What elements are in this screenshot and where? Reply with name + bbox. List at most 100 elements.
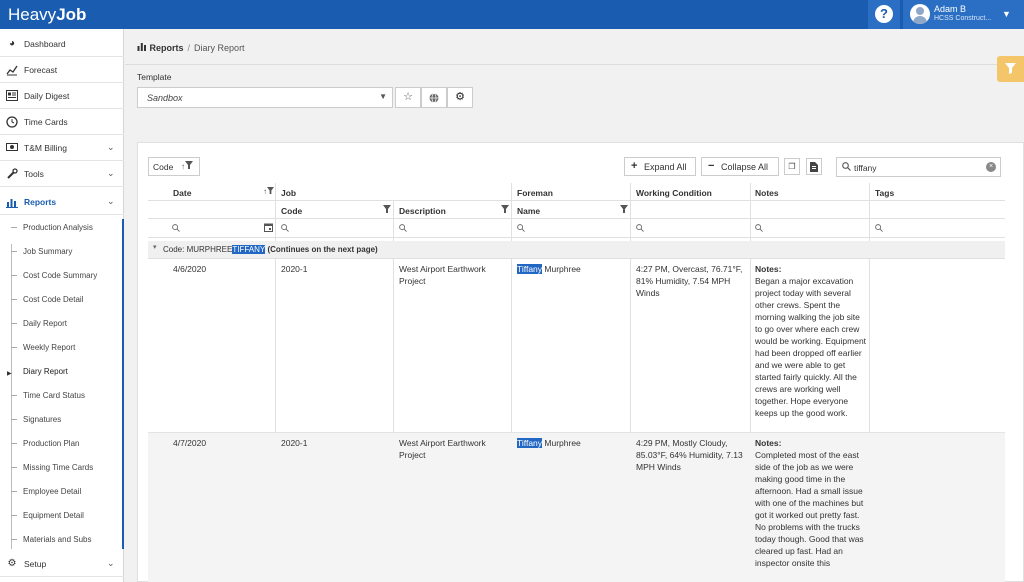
sidebar-item-label: Dashboard [24, 39, 66, 49]
bar-chart-icon [6, 196, 18, 208]
sidebar-report-daily-report[interactable]: Daily Report [0, 312, 124, 336]
line-chart-icon [6, 64, 18, 76]
search-icon[interactable] [636, 224, 644, 234]
search-icon[interactable] [281, 224, 289, 234]
submenu-label: Daily Report [23, 319, 68, 328]
column-header-tags[interactable]: Tags [875, 188, 894, 198]
chevron-down-icon: ⌄ [107, 168, 115, 178]
table-row[interactable]: 4/6/2020 2020-1 West Airport Earthwork P… [148, 259, 1005, 433]
column-header-name[interactable]: Name [517, 206, 540, 216]
sidebar-item-tools[interactable]: Tools ⌄ [0, 161, 124, 187]
submenu-label: Diary Report [23, 367, 68, 376]
column-header-working-condition[interactable]: Working Condition [636, 188, 712, 198]
sidebar-report-weekly-report[interactable]: Weekly Report [0, 336, 124, 360]
cell-date: 4/7/2020 [173, 438, 207, 448]
search-icon[interactable] [517, 224, 525, 234]
search-value: tiffany [854, 163, 877, 173]
collapse-all-button[interactable]: − Collapse All [701, 157, 779, 176]
column-header-code[interactable]: Code [281, 206, 302, 216]
breadcrumb-separator: / [187, 43, 191, 53]
divider [125, 64, 1024, 65]
cell-working-condition: 4:27 PM, Overcast, 76.71°F, 81% Humidity… [636, 264, 743, 298]
sidebar-item-tm-billing[interactable]: T&M Billing ⌄ [0, 135, 124, 161]
submenu-label: Production Plan [23, 439, 80, 448]
sidebar-report-signatures[interactable]: Signatures [0, 408, 124, 432]
button-label: Expand All [644, 162, 687, 172]
sidebar-report-production-plan[interactable]: Production Plan [0, 432, 124, 456]
search-icon[interactable] [399, 224, 407, 234]
minus-icon: − [708, 160, 715, 172]
cell-working-condition: 4:29 PM, Mostly Cloudy, 85.03°F, 64% Hum… [636, 438, 743, 472]
sidebar-report-equipment-detail[interactable]: Equipment Detail [0, 504, 124, 528]
header-row-2 [148, 201, 1005, 219]
cell-description: West Airport Earthwork Project [399, 438, 486, 460]
sidebar-item-label: Forecast [24, 65, 58, 75]
gear-icon: ⚙ [7, 558, 17, 569]
search-icon[interactable] [172, 224, 180, 234]
clear-search-icon[interactable]: × [986, 162, 996, 172]
filter-icon[interactable] [383, 205, 391, 215]
app-logo[interactable]: HeavyJob [8, 5, 86, 25]
sidebar-item-reports[interactable]: Reports ⌄ [0, 189, 124, 215]
globe-icon [429, 93, 439, 106]
submenu-label: Production Analysis [23, 223, 93, 232]
collapse-icon[interactable]: ▾ [153, 243, 157, 251]
group-by-code-button[interactable]: Code ↑ [148, 157, 200, 176]
sidebar-item-label: Daily Digest [24, 91, 70, 101]
sidebar-item-time-cards[interactable]: Time Cards [0, 109, 124, 135]
sidebar-item-forecast[interactable]: Forecast [0, 57, 124, 83]
sidebar-report-cost-code-detail[interactable]: Cost Code Detail [0, 288, 124, 312]
search-input[interactable]: tiffany × [836, 157, 1001, 177]
group-row[interactable]: ▾ Code: MURPHREETIFFANY (Continues on th… [148, 241, 1005, 259]
sidebar-report-time-card-status[interactable]: Time Card Status [0, 384, 124, 408]
table-row[interactable]: 4/7/2020 2020-1 West Airport Earthwork P… [148, 433, 1005, 582]
search-icon[interactable] [755, 224, 763, 234]
filter-icon[interactable] [620, 205, 628, 215]
template-select[interactable]: Sandbox ▼ [137, 87, 393, 108]
sidebar-report-employee-detail[interactable]: Employee Detail [0, 480, 124, 504]
gear-icon: ⚙ [455, 91, 465, 103]
sidebar-item-daily-digest[interactable]: Daily Digest [0, 83, 124, 109]
sidebar-item-dashboard[interactable]: ◕ Dashboard [0, 31, 124, 57]
calendar-icon[interactable] [264, 223, 273, 234]
sidebar-report-diary-report[interactable]: ▶ Diary Report [0, 360, 124, 384]
favorite-template-button[interactable]: ☆ [395, 87, 421, 108]
search-icon[interactable] [875, 224, 883, 234]
help-button[interactable]: ? [868, 0, 900, 29]
export-button[interactable] [806, 158, 822, 175]
user-company: HCSS Construct... [934, 15, 992, 22]
share-template-button[interactable] [421, 87, 447, 108]
cell-code: 2020-1 [281, 264, 308, 274]
column-header-description[interactable]: Description [399, 206, 446, 216]
sidebar-item-setup[interactable]: ⚙ Setup ⌄ [0, 551, 124, 577]
filter-panel-toggle[interactable] [997, 56, 1024, 82]
wrench-icon [6, 168, 18, 180]
copy-button[interactable]: ❐ [784, 158, 800, 175]
sort-filter-icon[interactable]: ↑ [263, 187, 274, 196]
copy-icon: ❐ [788, 162, 796, 171]
sidebar-report-production-analysis[interactable]: Production Analysis [0, 216, 124, 240]
submenu-label: Weekly Report [23, 343, 76, 352]
column-header-notes[interactable]: Notes [755, 188, 779, 198]
column-header-date[interactable]: Date [173, 188, 191, 198]
submenu-label: Missing Time Cards [23, 463, 94, 472]
submenu-label: Job Summary [23, 247, 73, 256]
top-bar: HeavyJob ? Adam B HCSS Construct... ▼ [0, 0, 1024, 29]
submenu-label: Cost Code Detail [23, 295, 84, 304]
breadcrumb-root[interactable]: Reports [150, 43, 184, 53]
user-menu[interactable]: Adam B HCSS Construct... ▼ [903, 0, 1024, 29]
sidebar-report-missing-time-cards[interactable]: Missing Time Cards [0, 456, 124, 480]
template-settings-button[interactable]: ⚙ [447, 87, 473, 108]
filter-icon[interactable] [501, 205, 509, 215]
current-marker-icon: ▶ [7, 371, 12, 377]
expand-all-button[interactable]: + Expand All [624, 157, 696, 176]
chevron-down-icon: ⌄ [107, 558, 115, 568]
sidebar-report-job-summary[interactable]: Job Summary [0, 240, 124, 264]
sidebar-report-materials-and-subs[interactable]: Materials and Subs [0, 528, 124, 552]
submenu-label: Materials and Subs [23, 535, 92, 544]
sidebar-report-cost-code-summary[interactable]: Cost Code Summary [0, 264, 124, 288]
money-icon [6, 142, 18, 154]
report-panel: Code ↑ + Expand All − Collapse All ❐ tif… [137, 142, 1024, 582]
cell-notes: Notes: Completed most of the east side of… [755, 438, 864, 568]
cell-description: West Airport Earthwork Project [399, 264, 486, 286]
